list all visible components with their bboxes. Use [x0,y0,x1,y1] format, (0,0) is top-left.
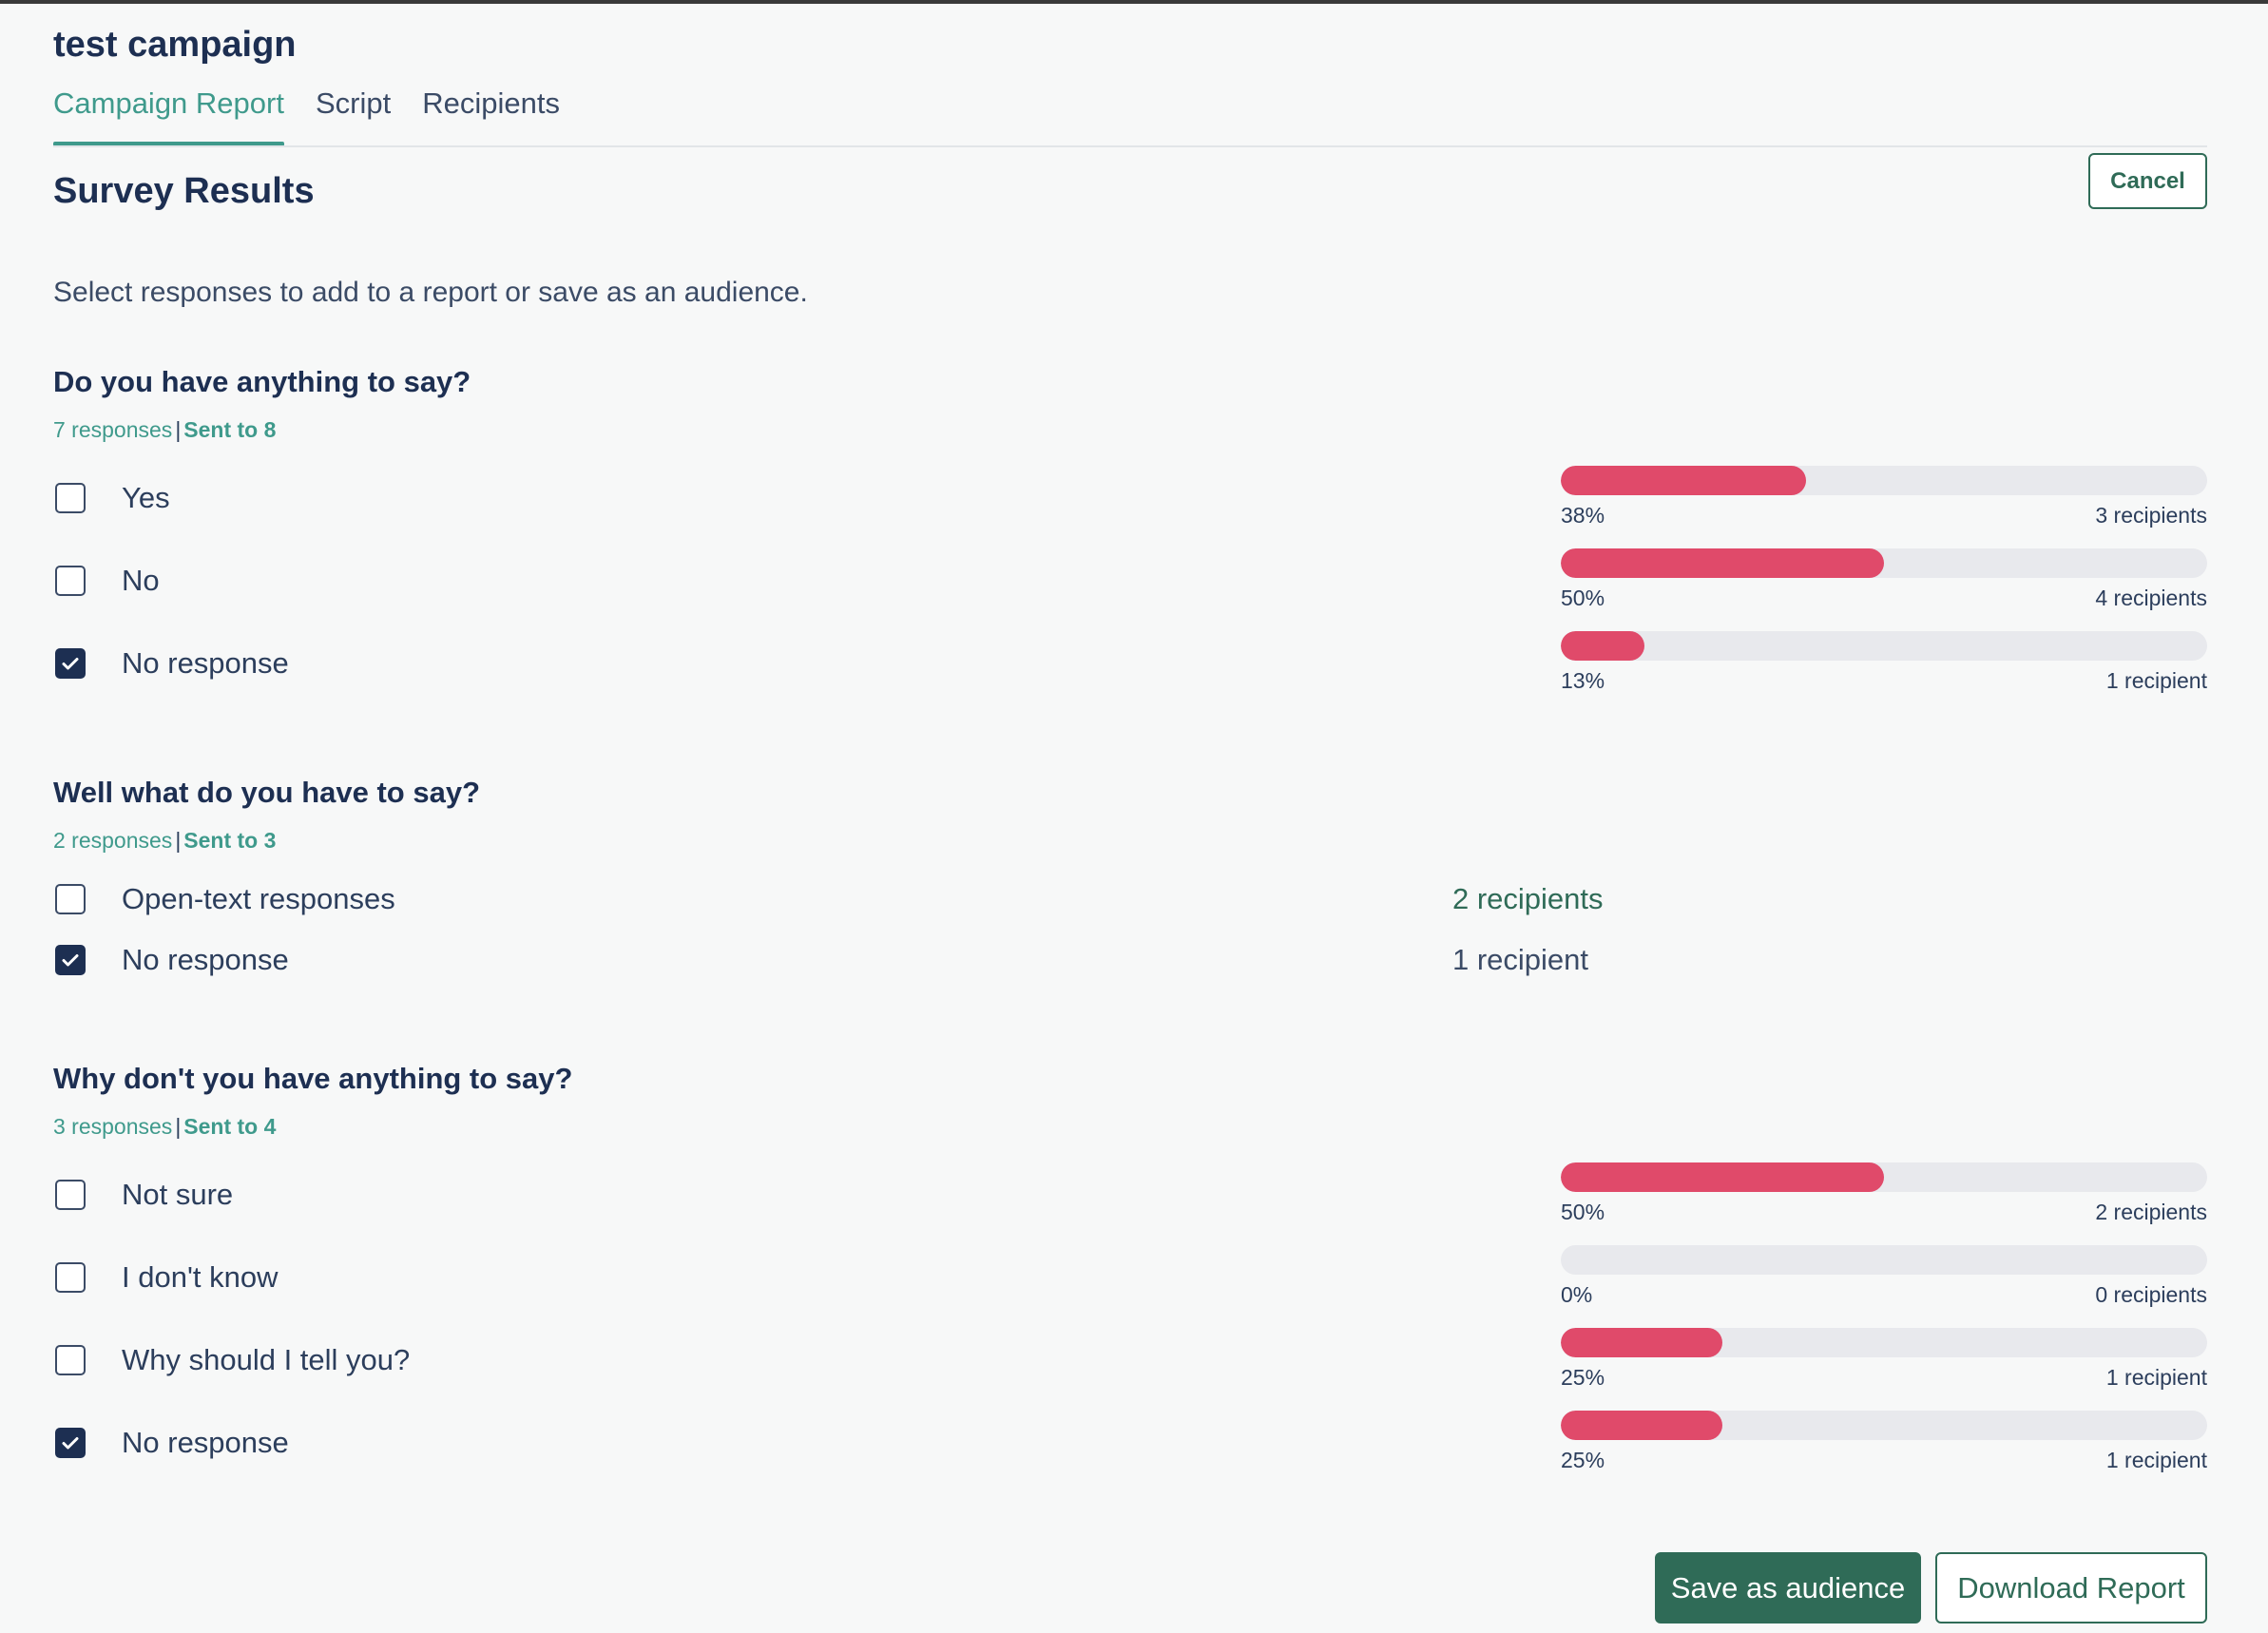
recipients-label: 0 recipients [2095,1282,2207,1307]
option-label: No response [122,646,289,680]
percent-label: 25% [1561,1448,1605,1472]
option-row: No response [55,1424,289,1462]
option-checkbox[interactable] [55,1180,86,1210]
campaign-title: test campaign [53,25,297,65]
checkmark-icon [62,1437,79,1450]
question-title: Well what do you have to say? [53,776,481,809]
recipients-label: 1 recipient [1452,943,1589,976]
bar-track [1561,1162,2207,1192]
tab-recipients[interactable]: Recipients [422,80,560,146]
checkmark-icon [62,658,79,670]
tab-script[interactable]: Script [316,80,391,146]
recipients-link[interactable]: 2 recipients [1452,882,1604,916]
option-row: No response [55,644,289,682]
question-title: Why don't you have anything to say? [53,1062,573,1095]
recipients-label: 1 recipient [2105,1448,2207,1472]
result-bar: 0% 0 recipients [1561,1245,2207,1308]
responses-count: 2 responses [53,828,173,853]
download-report-button[interactable]: Download Report [1935,1552,2207,1623]
recipients-label: 4 recipients [2095,586,2207,610]
bar-fill [1561,466,1807,495]
question-meta: 7 responses | Sent to 8 [53,417,276,443]
question-meta: 2 responses | Sent to 3 [53,828,276,854]
bar-fill [1561,1328,1722,1357]
option-row: Yes [55,479,170,517]
option-label: Open-text responses [122,882,395,915]
option-checkbox[interactable] [55,945,86,975]
bar-track [1561,466,2207,495]
percent-label: 0% [1561,1282,1593,1307]
question-title: Do you have anything to say? [53,365,471,398]
option-row: No response [55,941,289,979]
option-row: I don't know [55,1258,278,1297]
percent-label: 50% [1561,586,1605,610]
option-label: I don't know [122,1260,279,1294]
result-bar: 25% 1 recipient [1561,1328,2207,1391]
bar-fill [1561,631,1645,661]
option-checkbox[interactable] [55,1345,86,1375]
percent-label: 13% [1561,668,1605,693]
result-bar: 13% 1 recipient [1561,631,2207,694]
bar-fill [1561,1411,1722,1440]
result-bar: 50% 4 recipients [1561,548,2207,611]
percent-label: 50% [1561,1200,1605,1224]
option-label: No [122,564,160,597]
responses-count: 3 responses [53,1114,173,1139]
tab-bar: Campaign Report Script Recipients [53,80,560,146]
recipients-label: 1 recipient [2105,1365,2207,1390]
save-as-audience-button[interactable]: Save as audience [1655,1552,1921,1623]
result-bar: 25% 1 recipient [1561,1411,2207,1473]
option-checkbox[interactable] [55,884,86,914]
instructions-text: Select responses to add to a report or s… [53,277,808,308]
result-bar: 50% 2 recipients [1561,1162,2207,1225]
sent-count: Sent to 8 [183,417,277,442]
bar-track [1561,1328,2207,1357]
option-row: Open-text responses [55,880,395,918]
bar-track [1561,631,2207,661]
checkmark-icon [62,954,79,967]
bar-track [1561,1411,2207,1440]
meta-separator: | [175,1114,182,1139]
recipients-label: 1 recipient [2105,668,2207,693]
bar-track [1561,1245,2207,1275]
recipients-label: 2 recipients [2095,1200,2207,1224]
question-meta: 3 responses | Sent to 4 [53,1114,276,1140]
responses-count: 7 responses [53,417,173,442]
option-checkbox[interactable] [55,1428,86,1458]
recipients-label: 3 recipients [2095,503,2207,528]
option-checkbox[interactable] [55,648,86,679]
sent-count: Sent to 3 [183,828,277,853]
section-title: Survey Results [53,171,315,211]
window-top-border [0,0,2268,4]
option-checkbox[interactable] [55,483,86,513]
result-bar: 38% 3 recipients [1561,466,2207,528]
option-label: Yes [122,481,170,514]
option-label: Why should I tell you? [122,1343,411,1376]
option-label: Not sure [122,1178,234,1211]
tabs-divider [53,145,2207,147]
sent-count: Sent to 4 [183,1114,277,1139]
cancel-button[interactable]: Cancel [2088,153,2207,209]
percent-label: 25% [1561,1365,1605,1390]
meta-separator: | [175,417,182,442]
bar-track [1561,548,2207,578]
tab-campaign-report[interactable]: Campaign Report [53,80,284,146]
option-checkbox[interactable] [55,566,86,596]
option-row: No [55,562,160,600]
option-label: No response [122,1426,289,1459]
option-row: Not sure [55,1176,233,1214]
option-label: No response [122,943,289,976]
bar-fill [1561,548,1884,578]
bar-fill [1561,1162,1884,1192]
meta-separator: | [175,828,182,853]
option-checkbox[interactable] [55,1262,86,1293]
percent-label: 38% [1561,503,1605,528]
option-row: Why should I tell you? [55,1341,410,1379]
